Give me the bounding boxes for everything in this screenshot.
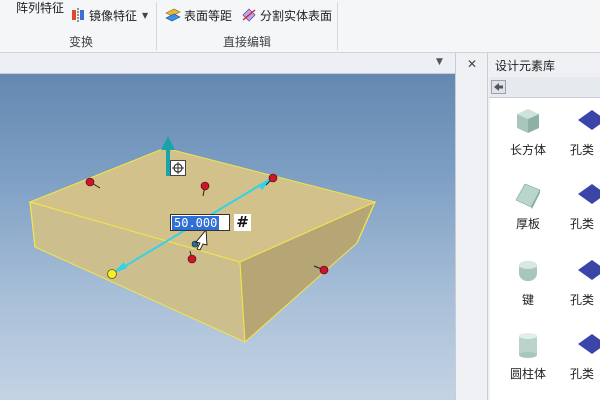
library-item-label: 键 (521, 293, 534, 307)
hole-icon (578, 334, 600, 354)
plate-icon (515, 183, 541, 209)
library-item-hole-partial[interactable]: 孔类 (570, 106, 600, 158)
pattern-feature-button[interactable]: 阵列特征 (16, 0, 64, 17)
dimension-value: 50.000 (172, 215, 220, 230)
mirror-feature-button[interactable]: 镜像特征 ▼ (70, 5, 148, 25)
library-item-key[interactable]: 键 (495, 256, 561, 308)
offset-surface-label: 表面等距 (184, 8, 233, 23)
library-title: 设计元素库 (495, 59, 556, 73)
viewport-tab-bar (0, 53, 455, 74)
library-item-grid: 长方体 厚板 键 圆柱体 孔类 孔类 孔类 孔类 (490, 98, 600, 400)
library-item-cylinder[interactable]: 圆柱体 (495, 330, 561, 382)
offset-surface-icon (165, 8, 181, 22)
library-item-hole-partial[interactable]: 孔类 (570, 256, 600, 308)
hole-icon (578, 184, 600, 204)
viewport-menu-arrow-icon[interactable]: ▼ (436, 57, 443, 67)
chevron-down-icon[interactable]: ▼ (142, 11, 148, 20)
library-item-label: 厚板 (515, 217, 540, 231)
library-item-label-partial: 孔类 (570, 293, 595, 307)
dimension-lock-button[interactable]: # (234, 214, 251, 231)
split-solid-surface-button[interactable]: 分割实体表面 (241, 5, 332, 25)
cylinder-icon (519, 333, 537, 358)
library-item-label-partial: 孔类 (570, 367, 595, 381)
back-arrow-icon[interactable] (491, 80, 506, 94)
library-item-hole-partial[interactable]: 孔类 (570, 330, 600, 382)
library-item-label: 圆柱体 (509, 367, 546, 381)
hole-icon (578, 260, 600, 280)
split-solid-surface-label: 分割实体表面 (260, 8, 333, 23)
split-surface-icon (242, 8, 256, 22)
library-item-label: 长方体 (509, 143, 546, 157)
ribbon: 阵列特征 镜像特征 ▼ 变换 表面等距 分割实体表面 直接编辑 (0, 0, 600, 53)
library-item-hole-partial[interactable]: 孔类 (570, 180, 600, 232)
key-icon (519, 261, 537, 281)
library-item-box[interactable]: 长方体 (495, 106, 561, 158)
box-icon (517, 109, 539, 133)
mirror-icon (72, 8, 84, 22)
library-item-label-partial: 孔类 (570, 217, 595, 231)
library-item-label-partial: 孔类 (570, 143, 595, 157)
dimension-value-input[interactable]: 50.000 (170, 214, 230, 231)
library-item-plate[interactable]: 厚板 (495, 180, 561, 232)
offset-surface-button[interactable]: 表面等距 (165, 5, 232, 25)
mirror-feature-label: 镜像特征 (89, 8, 138, 23)
pattern-feature-label: 阵列特征 (16, 0, 65, 15)
ribbon-divider (156, 2, 157, 50)
direct-edit-group-label: 直接编辑 (223, 35, 272, 49)
panel-splitter (455, 53, 488, 400)
move-handle-icon[interactable] (170, 160, 186, 176)
hole-icon (578, 110, 600, 130)
ribbon-divider (337, 2, 338, 50)
close-icon[interactable]: ✕ (467, 57, 477, 71)
transform-group-label: 变换 (69, 35, 94, 49)
